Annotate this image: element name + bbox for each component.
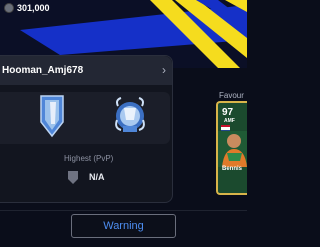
player-portrait: [218, 131, 247, 167]
badges-panel: [0, 92, 170, 144]
player-position: AMF: [224, 118, 235, 124]
rank-shield-icon: [68, 171, 78, 184]
profile-card: Hooman_Amj678 › Highest (PvP) N/A: [0, 55, 173, 203]
favourite-player-card[interactable]: 97 AMF Bennis: [216, 101, 247, 195]
chevron-right-icon[interactable]: ›: [162, 63, 166, 77]
highest-pvp-label: Highest (PvP): [64, 154, 114, 163]
username: Hooman_Amj678: [2, 65, 84, 76]
coin-icon: [4, 3, 14, 13]
coin-balance: 301,000: [4, 3, 50, 13]
badge-shield-icon[interactable]: [38, 94, 66, 138]
username-bar[interactable]: Hooman_Amj678 ›: [0, 56, 172, 85]
favourite-player-label: Favour: [219, 91, 244, 100]
player-name: Bennis: [222, 166, 243, 172]
player-rating: 97: [222, 107, 234, 118]
warning-button[interactable]: Warning: [71, 214, 176, 238]
warning-button-label: Warning: [103, 220, 144, 232]
badge-trophy-icon[interactable]: [113, 94, 147, 138]
footer-divider: [0, 210, 247, 211]
coin-value: 301,000: [17, 3, 50, 13]
highest-pvp-value: N/A: [89, 172, 105, 182]
